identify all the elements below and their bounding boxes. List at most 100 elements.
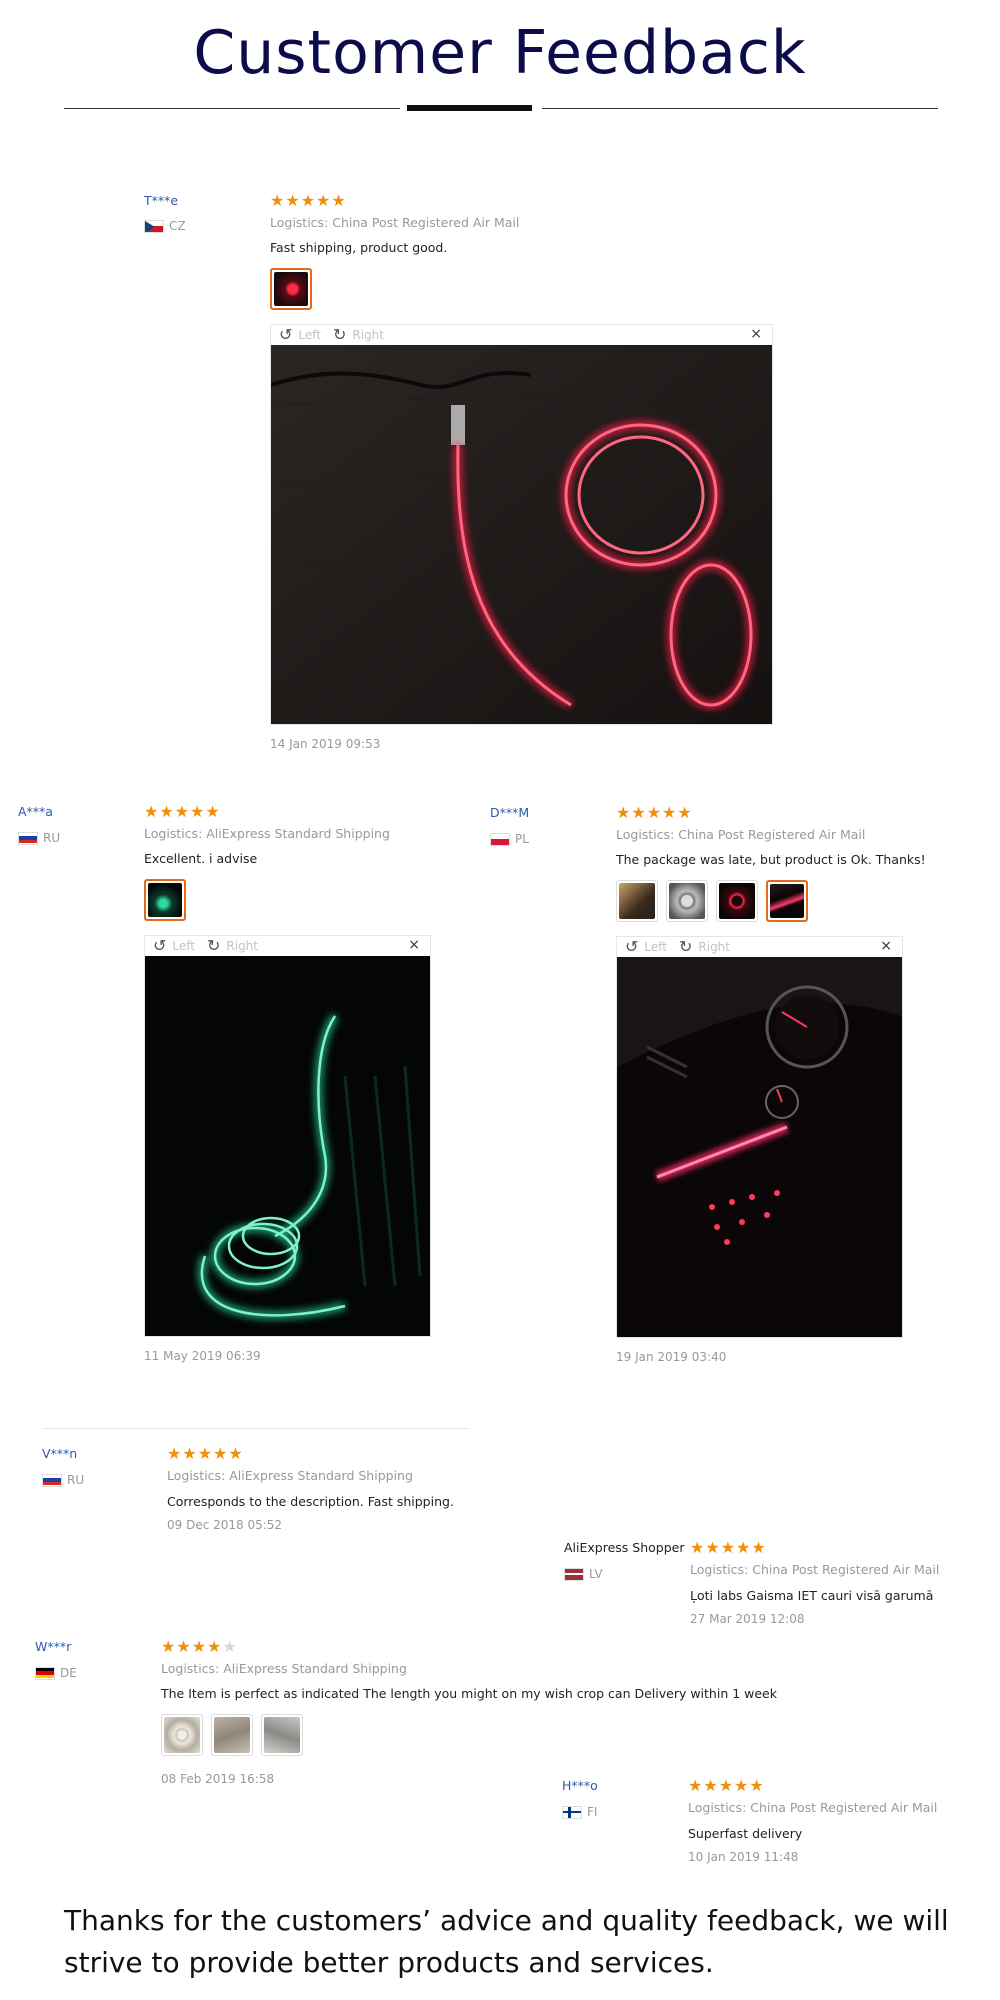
- photo-viewer: ↺ Left ↻ Right ×: [270, 324, 773, 725]
- star-icon: ★: [213, 1444, 228, 1463]
- star-icon: ★: [718, 1776, 734, 1795]
- reviewer-country: RU: [18, 831, 60, 845]
- review-comment: Fast shipping, product good.: [270, 240, 448, 255]
- photo-thumbnail[interactable]: [666, 880, 708, 922]
- star-icon: ★: [705, 1538, 720, 1557]
- star-icon: ★: [167, 1444, 182, 1463]
- flag-de-icon: [35, 1666, 55, 1680]
- rotate-right-icon[interactable]: ↻: [207, 938, 220, 954]
- star-icon: ★: [677, 803, 692, 822]
- review-date: 11 May 2019 06:39: [144, 1349, 261, 1363]
- review-photo: [145, 956, 430, 1336]
- review-comment: Excellent. i advise: [144, 851, 258, 866]
- star-icon: ★: [646, 803, 662, 822]
- star-icon: ★: [285, 191, 300, 210]
- star-icon: ★: [331, 191, 346, 210]
- flag-cz-icon: [144, 219, 164, 233]
- reviewer-name[interactable]: T***e: [144, 193, 178, 208]
- country-code: PL: [515, 832, 529, 846]
- reviewer-name[interactable]: V***n: [42, 1446, 77, 1461]
- red-fiber-photo: [271, 345, 772, 724]
- close-icon[interactable]: ×: [750, 326, 762, 342]
- review-comment: Ļoti labs Gaisma IET cauri visā garumā: [690, 1588, 934, 1603]
- close-icon[interactable]: ×: [880, 938, 892, 954]
- country-code: FI: [587, 1805, 598, 1819]
- car-dashboard-photo: [617, 957, 902, 1337]
- review-date: 09 Dec 2018 05:52: [167, 1518, 283, 1532]
- rotate-right-label[interactable]: Right: [352, 328, 384, 342]
- country-code: DE: [60, 1666, 77, 1680]
- rating-stars: ★ ★ ★ ★ ★: [161, 1639, 237, 1655]
- photo-viewer: ↺ Left ↻ Right ×: [616, 936, 903, 1338]
- logistics-info: Logistics: China Post Registered Air Mai…: [616, 827, 866, 842]
- reviewer-name[interactable]: A***a: [18, 804, 53, 819]
- selected-caret-icon: [159, 920, 171, 921]
- photo-thumbnails: [616, 880, 808, 922]
- review-date: 08 Feb 2019 16:58: [161, 1772, 275, 1786]
- rating-stars: ★ ★ ★ ★ ★: [690, 1540, 766, 1556]
- photo-thumbnail[interactable]: [270, 268, 312, 310]
- flag-ru-icon: [18, 831, 38, 845]
- review-date: 14 Jan 2019 09:53: [270, 737, 381, 751]
- reviewer-country: DE: [35, 1666, 77, 1680]
- viewer-toolbar: ↺ Left ↻ Right ×: [145, 936, 430, 956]
- star-empty-icon: ★: [222, 1637, 237, 1656]
- title-rule-right: [542, 108, 938, 109]
- reviewer-country: FI: [562, 1805, 597, 1819]
- logistics-info: Logistics: China Post Registered Air Mai…: [688, 1800, 938, 1815]
- photo-thumbnail[interactable]: [144, 879, 186, 921]
- reviewer-country: LV: [564, 1567, 603, 1581]
- rating-stars: ★ ★ ★ ★ ★: [688, 1778, 764, 1794]
- star-icon: ★: [662, 803, 677, 822]
- photo-thumbnail[interactable]: [161, 1714, 203, 1756]
- star-icon: ★: [736, 1538, 751, 1557]
- logistics-info: Logistics: China Post Registered Air Mai…: [690, 1562, 940, 1577]
- review-comment: The Item is perfect as indicated The len…: [161, 1686, 777, 1701]
- star-icon: ★: [616, 803, 631, 822]
- country-code: RU: [43, 831, 61, 845]
- rating-stars: ★ ★ ★ ★ ★: [167, 1446, 243, 1462]
- footer-thanks-text: Thanks for the customers’ advice and qua…: [64, 1904, 949, 1979]
- photo-thumbnail[interactable]: [716, 880, 758, 922]
- rating-stars: ★ ★ ★ ★ ★: [616, 805, 692, 821]
- review-date: 27 Mar 2019 12:08: [690, 1612, 805, 1626]
- country-code: LV: [589, 1567, 603, 1581]
- star-icon: ★: [205, 802, 220, 821]
- rotate-left-icon[interactable]: ↺: [153, 938, 166, 954]
- flag-ru-icon: [42, 1473, 62, 1487]
- review-photo: [271, 345, 772, 724]
- rotate-right-icon[interactable]: ↻: [679, 939, 692, 955]
- star-icon: ★: [191, 1637, 207, 1656]
- reviewer-name: AliExpress Shopper: [564, 1540, 685, 1555]
- star-icon: ★: [703, 1776, 718, 1795]
- star-icon: ★: [176, 1637, 191, 1656]
- photo-thumbnail[interactable]: [616, 880, 658, 922]
- rotate-left-icon[interactable]: ↺: [625, 939, 638, 955]
- star-icon: ★: [734, 1776, 749, 1795]
- star-icon: ★: [207, 1637, 222, 1656]
- reviewer-country: PL: [490, 832, 529, 846]
- star-icon: ★: [161, 1637, 176, 1656]
- close-icon[interactable]: ×: [408, 937, 420, 953]
- rotate-right-label[interactable]: Right: [698, 940, 730, 954]
- rotate-right-label[interactable]: Right: [226, 939, 258, 953]
- rotate-left-label[interactable]: Left: [298, 328, 321, 342]
- logistics-info: Logistics: AliExpress Standard Shipping: [144, 826, 390, 841]
- reviewer-country: RU: [42, 1473, 84, 1487]
- reviewer-name[interactable]: H***o: [562, 1778, 598, 1793]
- selected-caret-icon: [781, 921, 793, 922]
- rotate-right-icon[interactable]: ↻: [333, 327, 346, 343]
- review-date: 19 Jan 2019 03:40: [616, 1350, 727, 1364]
- review-comment: Superfast delivery: [688, 1826, 803, 1841]
- reviewer-name[interactable]: W***r: [35, 1639, 71, 1654]
- photo-thumbnails: [161, 1714, 303, 1756]
- viewer-toolbar: ↺ Left ↻ Right ×: [617, 937, 902, 957]
- rotate-left-icon[interactable]: ↺: [279, 327, 292, 343]
- photo-thumbnail[interactable]: [261, 1714, 303, 1756]
- photo-thumbnail[interactable]: [211, 1714, 253, 1756]
- rotate-left-label[interactable]: Left: [644, 940, 667, 954]
- photo-thumbnail[interactable]: [766, 880, 808, 922]
- reviewer-name[interactable]: D***M: [490, 805, 529, 820]
- review-comment: The package was late, but product is Ok.…: [616, 852, 926, 867]
- rotate-left-label[interactable]: Left: [172, 939, 195, 953]
